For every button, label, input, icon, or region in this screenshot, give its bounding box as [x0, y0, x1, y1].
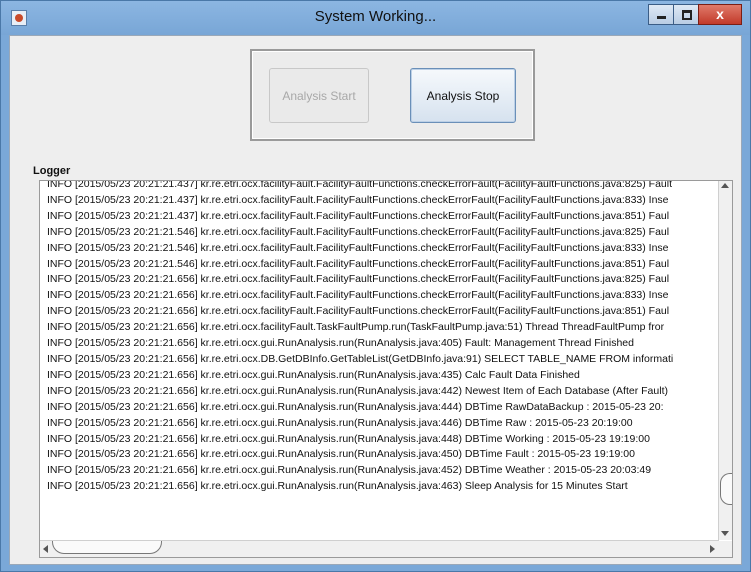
log-line: INFO [2015/05/23 20:21:21.656] kr.re.etr… [47, 464, 652, 477]
vertical-scrollbar[interactable] [718, 181, 732, 540]
log-line: INFO [2015/05/23 20:21:21.656] kr.re.etr… [47, 337, 634, 350]
log-line: INFO [2015/05/23 20:21:21.656] kr.re.etr… [47, 432, 650, 445]
log-line: INFO [2015/05/23 20:21:21.546] kr.re.etr… [47, 225, 670, 238]
close-icon[interactable]: x [698, 4, 742, 25]
log-line: INFO [2015/05/23 20:21:21.656] kr.re.etr… [47, 480, 628, 493]
log-line: INFO [2015/05/23 20:21:21.656] kr.re.etr… [47, 368, 580, 381]
minimize-icon[interactable] [648, 4, 674, 25]
log-line: INFO [2015/05/23 20:21:21.656] kr.re.etr… [47, 448, 635, 461]
window-title: System Working... [314, 8, 437, 25]
scroll-up-arrow-icon[interactable] [721, 183, 729, 188]
maximize-icon[interactable] [673, 4, 699, 25]
log-line: INFO [2015/05/23 20:21:21.656] kr.re.etr… [47, 305, 670, 318]
horizontal-scroll-thumb[interactable] [52, 541, 162, 554]
log-line: INFO [2015/05/23 20:21:21.656] kr.re.etr… [47, 321, 665, 334]
scrollbar-corner [719, 541, 732, 557]
logger-text-area[interactable]: INFO [2015/05/23 20:21:21.437] kr.re.etr… [39, 180, 733, 558]
analysis-button-panel: Analysis Start Analysis Stop [250, 49, 535, 141]
log-line: INFO [2015/05/23 20:21:21.656] kr.re.etr… [47, 352, 674, 365]
scroll-right-arrow-icon[interactable] [710, 545, 715, 553]
log-line: INFO [2015/05/23 20:21:21.656] kr.re.etr… [47, 416, 633, 429]
close-glyph: x [716, 6, 724, 22]
analysis-stop-button[interactable]: Analysis Stop [410, 68, 516, 123]
log-line: INFO [2015/05/23 20:21:21.656] kr.re.etr… [47, 289, 669, 302]
log-line: INFO [2015/05/23 20:21:21.656] kr.re.etr… [47, 400, 664, 413]
log-line: INFO [2015/05/23 20:21:21.546] kr.re.etr… [47, 241, 669, 254]
horizontal-scrollbar[interactable] [40, 540, 719, 557]
log-lines: INFO [2015/05/23 20:21:21.437] kr.re.etr… [47, 180, 718, 540]
app-window: System Working... x Analysis Start Analy… [0, 0, 751, 572]
logger-label: Logger [33, 165, 71, 177]
log-line: INFO [2015/05/23 20:21:21.546] kr.re.etr… [47, 257, 670, 270]
title-bar[interactable]: System Working... x [1, 1, 750, 35]
analysis-start-button[interactable]: Analysis Start [269, 68, 369, 123]
vertical-scroll-thumb[interactable] [720, 473, 732, 505]
scroll-down-arrow-icon[interactable] [721, 531, 729, 536]
client-area: Analysis Start Analysis Stop Logger INFO… [9, 35, 742, 565]
window-controls: x [648, 4, 742, 26]
log-line: INFO [2015/05/23 20:21:21.656] kr.re.etr… [47, 273, 670, 286]
scroll-left-arrow-icon[interactable] [43, 545, 48, 553]
log-line: INFO [2015/05/23 20:21:21.656] kr.re.etr… [47, 384, 668, 397]
log-line: INFO [2015/05/23 20:21:21.437] kr.re.etr… [47, 193, 669, 206]
log-line: INFO [2015/05/23 20:21:21.437] kr.re.etr… [47, 209, 670, 222]
log-line: INFO [2015/05/23 20:21:21.437] kr.re.etr… [47, 180, 673, 190]
